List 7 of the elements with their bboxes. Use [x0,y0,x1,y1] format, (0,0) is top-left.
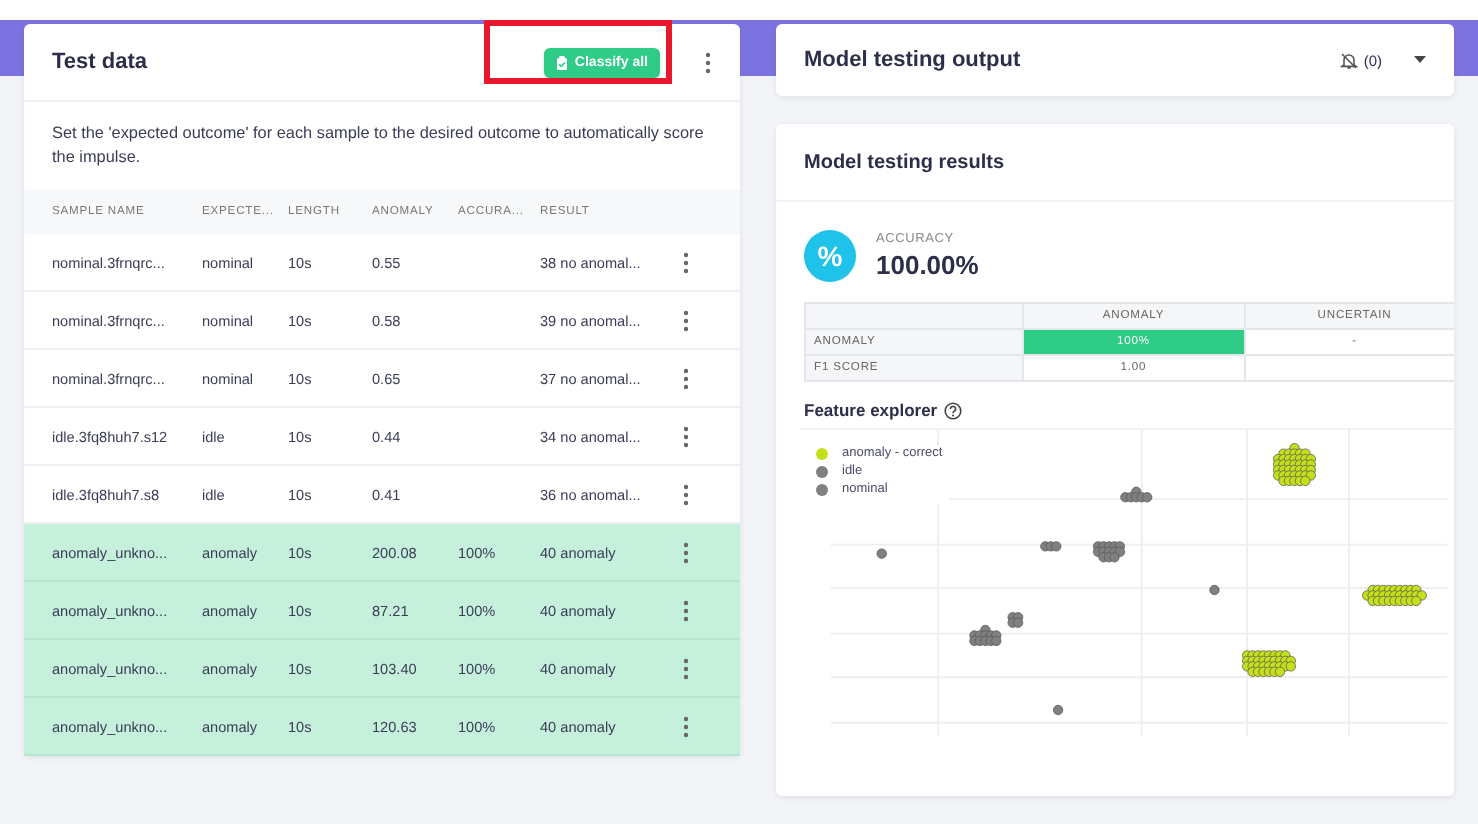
card-title: Model testing output [804,48,1023,72]
card-title: Model testing results [804,151,1005,173]
percent-icon: % [804,230,856,282]
section-title: Feature explorer [804,400,938,420]
accuracy-value: 100.00% [876,250,979,280]
description-text: Set the 'expected outcome' for each sample to the desired outcome to automatically score the impulse. [50,122,706,170]
card-title: Test data [52,50,149,74]
